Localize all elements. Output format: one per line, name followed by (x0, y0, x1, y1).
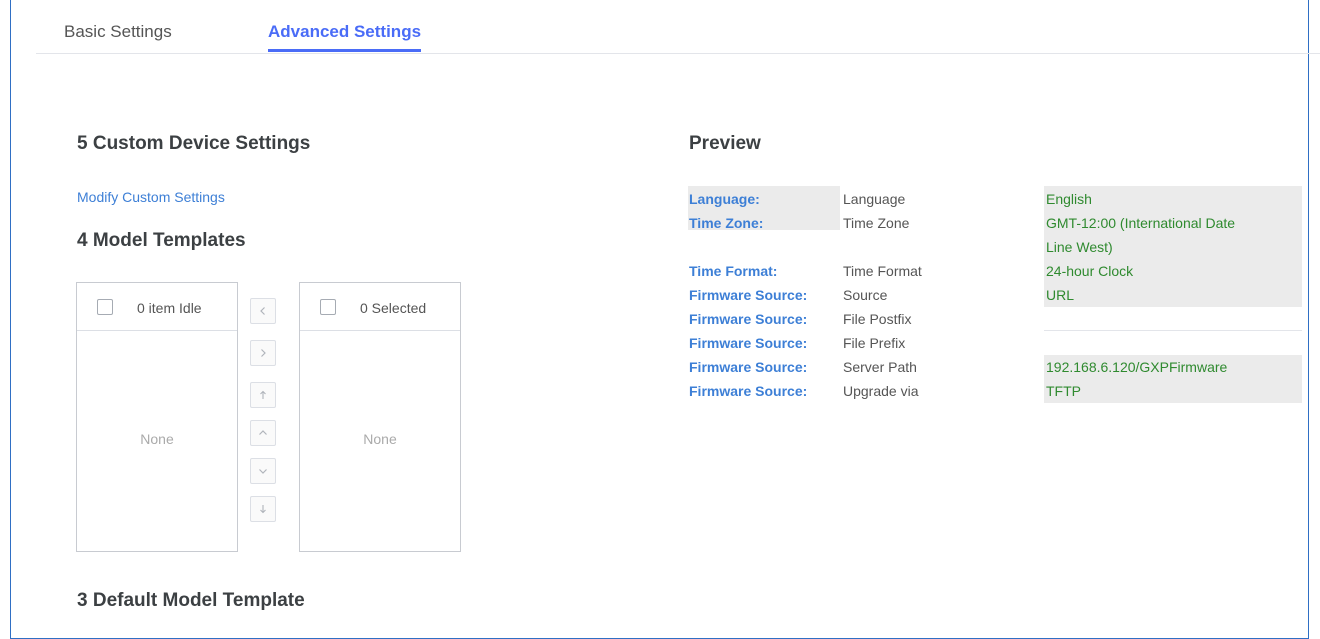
preview-value-server-path: 192.168.6.120/GXPFirmware (1046, 359, 1228, 375)
preview-name-file-postfix: File Postfix (843, 311, 912, 327)
preview-value-source: URL (1046, 287, 1075, 303)
preview-value-time-format: 24-hour Clock (1046, 263, 1134, 279)
preview-value-time-zone-cont: Line West) (1046, 239, 1113, 255)
move-right-button[interactable] (250, 340, 276, 366)
preview-separator (1044, 330, 1302, 331)
idle-count-label: 0 item Idle (137, 300, 202, 316)
move-down-button[interactable] (250, 458, 276, 484)
idle-list-header: 0 item Idle (77, 283, 237, 331)
selected-list-panel: 0 Selected None (299, 282, 461, 552)
idle-list-panel: 0 item Idle None (76, 282, 238, 552)
preview-name-file-prefix: File Prefix (843, 335, 906, 351)
preview-heading: Preview (689, 133, 761, 154)
preview-value-time-zone: GMT-12:00 (International Date (1046, 215, 1236, 231)
tab-advanced-settings[interactable]: Advanced Settings (268, 22, 422, 52)
chevron-down-icon (259, 469, 267, 474)
preview-key-time-format: Time Format: (689, 263, 778, 279)
preview-name-source: Source (843, 287, 888, 303)
preview-key-firmware-upgrade: Firmware Source: (689, 383, 808, 399)
preview-key-firmware-source: Firmware Source: (689, 287, 808, 303)
selected-empty-text: None (363, 431, 397, 447)
preview-key-time-zone: Time Zone: (689, 215, 764, 231)
modify-custom-settings-link[interactable]: Modify Custom Settings (77, 189, 225, 205)
move-to-bottom-button[interactable] (250, 496, 276, 522)
default-model-template-heading: 3 Default Model Template (77, 590, 305, 611)
arrow-up-icon (260, 390, 266, 399)
preview-name-server-path: Server Path (843, 359, 917, 375)
tab-advanced-settings-label: Advanced Settings (268, 22, 422, 41)
move-up-button[interactable] (250, 420, 276, 446)
preview-name-time-format: Time Format (843, 263, 922, 279)
preview-name-time-zone: Time Zone (843, 215, 910, 231)
preview-name-language: Language (843, 191, 906, 207)
custom-device-settings-heading: 5 Custom Device Settings (77, 133, 311, 154)
selected-select-all-checkbox[interactable] (320, 299, 336, 315)
preview-key-firmware-postfix: Firmware Source: (689, 311, 808, 327)
selected-count-label: 0 Selected (360, 300, 427, 316)
selected-list-header: 0 Selected (300, 283, 460, 331)
preview-value-upgrade-via: TFTP (1046, 383, 1081, 399)
preview-key-language: Language: (689, 191, 760, 207)
tab-basic-settings[interactable]: Basic Settings (64, 22, 172, 42)
chevron-left-icon (260, 307, 265, 315)
preview-key-firmware-server: Firmware Source: (689, 359, 808, 375)
active-tab-underline (268, 49, 422, 52)
tab-bar: Basic Settings Advanced Settings (36, 0, 1320, 54)
chevron-up-icon (259, 430, 267, 435)
move-left-button[interactable] (250, 298, 276, 324)
chevron-right-icon (261, 349, 266, 357)
preview-value-language: English (1046, 191, 1092, 207)
arrow-down-icon (260, 505, 266, 514)
preview-key-firmware-prefix: Firmware Source: (689, 335, 808, 351)
idle-empty-text: None (140, 431, 174, 447)
idle-select-all-checkbox[interactable] (97, 299, 113, 315)
preview-name-upgrade-via: Upgrade via (843, 383, 919, 399)
model-templates-heading: 4 Model Templates (77, 230, 246, 251)
move-to-top-button[interactable] (250, 382, 276, 408)
